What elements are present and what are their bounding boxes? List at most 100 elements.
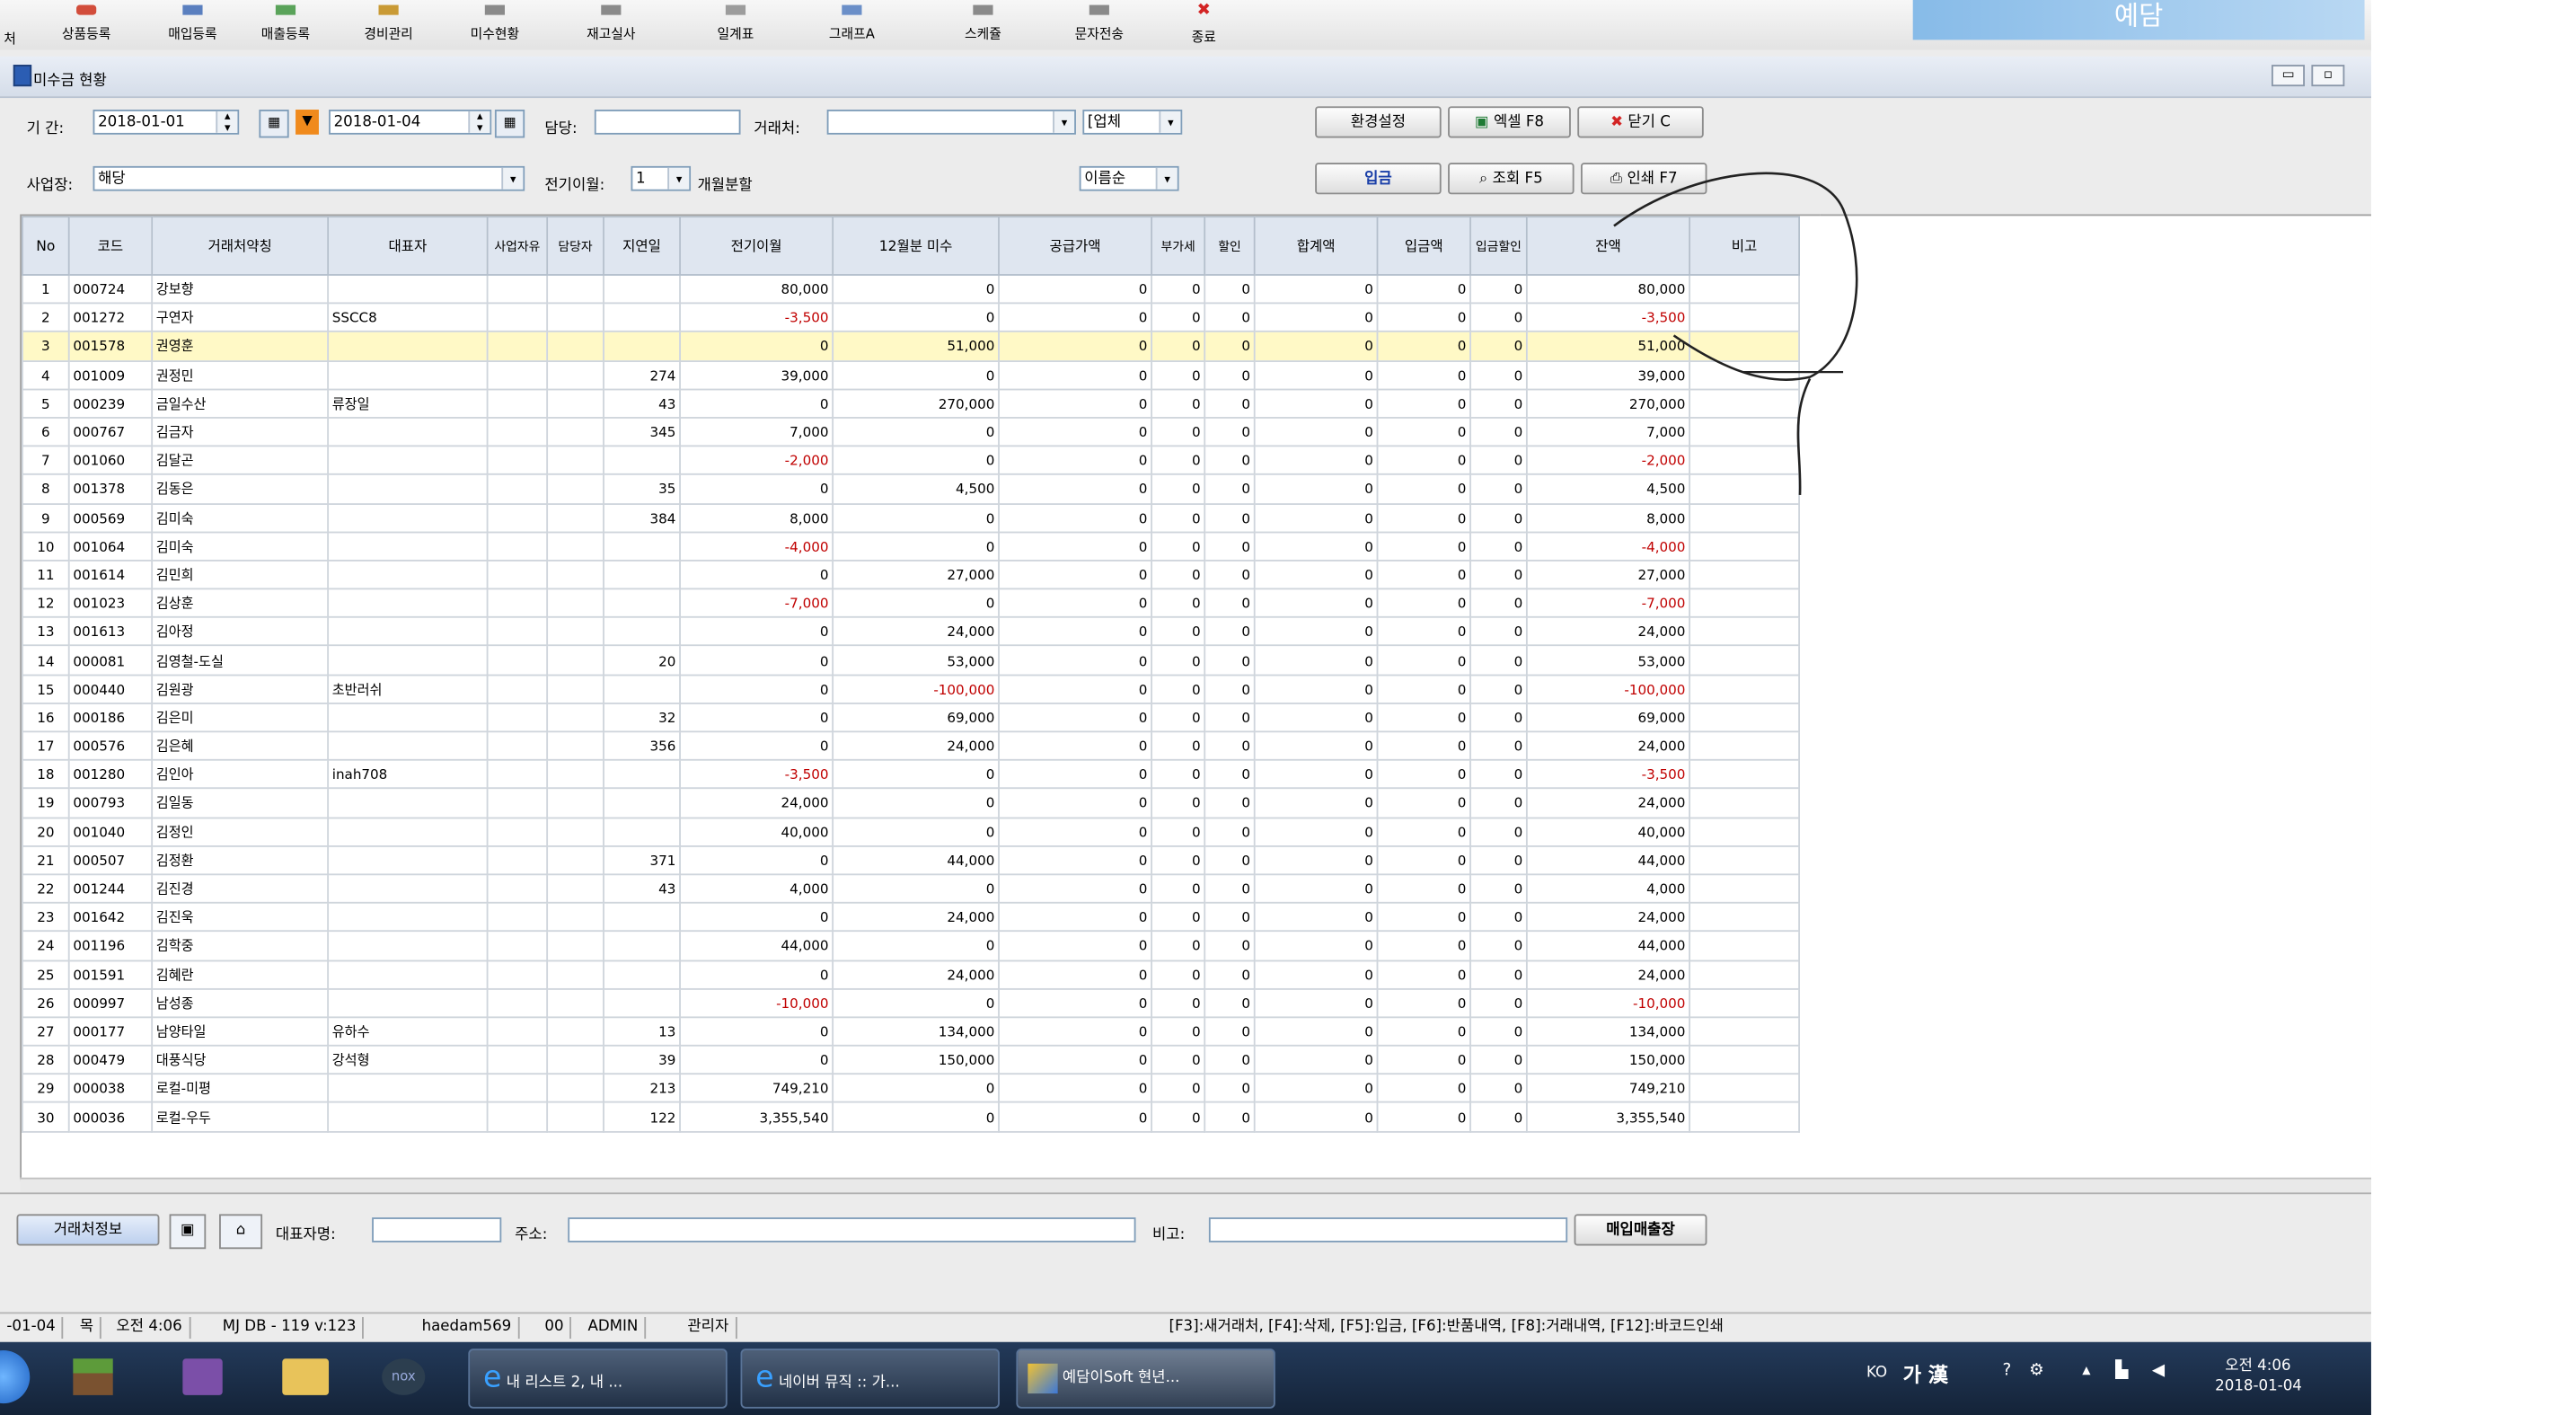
tray-expand-icon[interactable]: ▴	[2082, 1362, 2090, 1380]
folder-icon[interactable]	[282, 1358, 330, 1395]
col-deposit-discount-header[interactable]: 입금할인	[1469, 216, 1528, 276]
col-supply-header[interactable]: 공급가액	[998, 216, 1152, 276]
search-button[interactable]: ⌕ 조회 F5	[1448, 163, 1575, 195]
clock-date[interactable]: 2018-01-04	[2215, 1378, 2302, 1394]
table-row[interactable]: 24 001196 김학중 44,000 0 0 0 0 0 0 0 44,000	[22, 930, 1800, 961]
table-row[interactable]: 16 000186 김은미 32 0 69,000 0 0 0 0 0 0 69,000	[22, 702, 1800, 733]
toolbar-expense[interactable]: 경비관리	[346, 4, 432, 45]
client-info-button[interactable]: 거래처정보	[16, 1214, 160, 1246]
save-icon[interactable]: ▣	[169, 1214, 207, 1250]
prev-month-dropdown-icon[interactable]: ▾	[667, 167, 690, 190]
date-from-spinner[interactable]: ▴ ▾	[216, 111, 238, 133]
workplace-select[interactable]: 해당 ▾	[93, 165, 525, 191]
toolbar-product-register[interactable]: 상품등록	[40, 4, 133, 45]
toolbar-graph[interactable]: 그래프A	[810, 4, 893, 45]
toolbar-daily-report[interactable]: 일계표	[694, 4, 777, 45]
table-row[interactable]: 19 000793 김일동 24,000 0 0 0 0 0 0 0 24,000	[22, 787, 1800, 818]
col-deposit-header[interactable]: 입금액	[1376, 216, 1471, 276]
restore-button[interactable]: ▫	[2311, 65, 2345, 87]
table-row[interactable]: 13 001613 김아정 0 24,000 0 0 0 0 0 0 24,000	[22, 616, 1800, 647]
start-button-icon[interactable]	[0, 1349, 31, 1404]
date-to-spinner[interactable]: ▴ ▾	[468, 111, 490, 133]
clock-time[interactable]: 오전 4:06	[2225, 1354, 2290, 1375]
ime-mode[interactable]: 가 漢	[1903, 1360, 1948, 1388]
ime-indicator[interactable]: KO	[1866, 1366, 1887, 1382]
table-row[interactable]: 12 001023 김상훈 -7,000 0 0 0 0 0 0 0 -7,000	[22, 588, 1800, 619]
memo-field[interactable]	[1208, 1217, 1568, 1243]
col-dec-receivable-header[interactable]: 12월분 미수	[832, 216, 1000, 276]
deposit-button[interactable]: 입금	[1315, 163, 1442, 195]
table-row[interactable]: 25 001591 김혜란 0 24,000 0 0 0 0 0 0 24,000	[22, 959, 1800, 990]
table-row[interactable]: 11 001614 김민희 0 27,000 0 0 0 0 0 0 27,000	[22, 559, 1800, 590]
address-field[interactable]	[568, 1217, 1136, 1243]
table-row[interactable]: 30 000036 로컬-우두 122 3,355,540 0 0 0 0 0 0 0 3,355,54…	[22, 1101, 1800, 1133]
sort-select[interactable]: 이름순 ▾	[1079, 165, 1179, 191]
table-row[interactable]: 17 000576 김은혜 356 0 24,000 0 0 0 0 0 0 24,000	[22, 730, 1800, 762]
toolbar-exit[interactable]: ✖ 종료	[1176, 3, 1232, 45]
col-manager-header[interactable]: 담당자	[546, 216, 604, 276]
col-rep-header[interactable]: 대표자	[327, 216, 489, 276]
table-row[interactable]: 23 001642 김진욱 0 24,000 0 0 0 0 0 0 24,000	[22, 902, 1800, 933]
table-row[interactable]: 10 001064 김미숙 -4,000 0 0 0 0 0 0 0 -4,000	[22, 530, 1800, 562]
table-row[interactable]: 2 001272 구연자 SSCC8 -3,500 0 0 0 0 0 0 0 -3,500	[22, 302, 1800, 333]
date-to-field[interactable]: 2018-01-04 ▴ ▾	[329, 110, 492, 135]
date-from-field[interactable]: 2018-01-01 ▴ ▾	[93, 110, 240, 135]
taskbar-yedam-soft[interactable]: 예담이Soft 현년...	[1016, 1349, 1275, 1409]
table-row[interactable]: 4 001009 권정민 274 39,000 0 0 0 0 0 0 0 39,000	[22, 359, 1800, 390]
table-row[interactable]: 3 001578 권영훈 0 51,000 0 0 0 0 0 0 51,000	[22, 331, 1800, 362]
tray-settings-icon[interactable]: ⚙	[2029, 1362, 2044, 1380]
table-row[interactable]: 6 000767 김금자 345 7,000 0 0 0 0 0 0 0 7,000	[22, 416, 1800, 447]
toolbar-schedule[interactable]: 스케쥴	[947, 4, 1019, 45]
receivables-grid[interactable]: No 코드 거래처약칭 대표자 사업자유 담당자 지연일 전기이월 12월분 미수 공급가액 부가세…	[20, 214, 1823, 1181]
table-row[interactable]: 28 000479 대풍식당 강석형 39 0 150,000 0 0 0 0 0 0 150,000	[22, 1044, 1800, 1075]
col-delay-days-header[interactable]: 지연일	[603, 216, 681, 276]
minimize-button[interactable]: ▭	[2272, 65, 2305, 87]
toolbar-sms[interactable]: 문자전송	[1053, 4, 1146, 45]
client-dropdown-icon[interactable]: ▾	[1053, 111, 1075, 133]
volume-icon[interactable]: ◀	[2152, 1362, 2165, 1380]
calendar-icon[interactable]: ▦	[494, 110, 525, 138]
close-button[interactable]: ✖ 닫기 C	[1577, 106, 1704, 138]
toolbar-inventory[interactable]: 재고실사	[565, 4, 658, 45]
col-prev-balance-header[interactable]: 전기이월	[679, 216, 834, 276]
manager-field[interactable]	[594, 110, 741, 135]
client-type-select[interactable]: [업체 ▾	[1082, 110, 1183, 135]
col-bizno-header[interactable]: 사업자유	[486, 216, 549, 276]
sort-dropdown-icon[interactable]: ▾	[1155, 167, 1178, 190]
table-row[interactable]: 22 001244 김진경 43 4,000 0 0 0 0 0 0 0 4,000	[22, 873, 1800, 904]
col-client-header[interactable]: 거래처약칭	[151, 216, 330, 276]
period-dropdown-icon[interactable]: ▼	[296, 110, 319, 135]
taskbar-ie-list[interactable]: e 내 리스트 2, 내 ...	[468, 1349, 728, 1409]
ledger-button[interactable]: 매입매출장	[1574, 1214, 1707, 1246]
rep-field[interactable]	[372, 1217, 502, 1243]
table-row[interactable]: 20 001040 김정인 40,000 0 0 0 0 0 0 0 40,000	[22, 816, 1800, 847]
toolbar-sales-register[interactable]: 매출등록	[243, 4, 329, 45]
table-row[interactable]: 14 000081 김영철-도실 20 0 53,000 0 0 0 0 0 0 53,000	[22, 645, 1800, 676]
table-row[interactable]: 9 000569 김미숙 384 8,000 0 0 0 0 0 0 0 8,000	[22, 502, 1800, 533]
table-row[interactable]: 26 000997 남성종 -10,000 0 0 0 0 0 0 0 -10,000	[22, 987, 1800, 1019]
col-discount-header[interactable]: 할인	[1204, 216, 1256, 276]
table-row[interactable]: 1 000724 강보향 80,000 0 0 0 0 0 0 0 80,000	[22, 274, 1800, 305]
table-row[interactable]: 15 000440 김원광 초반러쉬 0 -100,000 0 0 0 0 0 0 -100,000	[22, 673, 1800, 704]
nox-icon[interactable]: nox	[382, 1358, 426, 1395]
network-icon[interactable]: ▙	[2115, 1362, 2128, 1380]
home-icon[interactable]: ⌂	[219, 1214, 263, 1250]
table-row[interactable]: 27 000177 남양타일 유하수 13 0 134,000 0 0 0 0 0 0 134,000	[22, 1016, 1800, 1047]
minecraft-icon[interactable]	[73, 1358, 113, 1395]
table-row[interactable]: 5 000239 금일수산 류장일 43 0 270,000 0 0 0 0 0 0 270,000	[22, 388, 1800, 419]
col-vat-header[interactable]: 부가세	[1151, 216, 1206, 276]
col-no-header[interactable]: No	[22, 216, 70, 276]
workplace-dropdown-icon[interactable]: ▾	[501, 167, 524, 190]
toolbar-partial-item[interactable]: 처	[0, 5, 20, 47]
table-row[interactable]: 7 001060 김달곤 -2,000 0 0 0 0 0 0 0 -2,000	[22, 445, 1800, 476]
toolbar-purchase-register[interactable]: 매입등록	[149, 4, 235, 45]
client-type-dropdown-icon[interactable]: ▾	[1159, 111, 1181, 133]
table-row[interactable]: 8 001378 김동은 35 0 4,500 0 0 0 0 0 0 4,500	[22, 473, 1800, 505]
calendar-icon[interactable]: ▦	[259, 110, 289, 138]
app-window-icon[interactable]	[182, 1358, 223, 1395]
excel-button[interactable]: ▣ 엑셀 F8	[1448, 106, 1571, 138]
taskbar-ie-music[interactable]: e 네이버 뮤직 :: 가...	[740, 1349, 1000, 1409]
toolbar-receivables[interactable]: 미수현황	[448, 4, 542, 45]
col-total-header[interactable]: 합계액	[1253, 216, 1379, 276]
prev-month-select[interactable]: 1 ▾	[631, 165, 692, 191]
